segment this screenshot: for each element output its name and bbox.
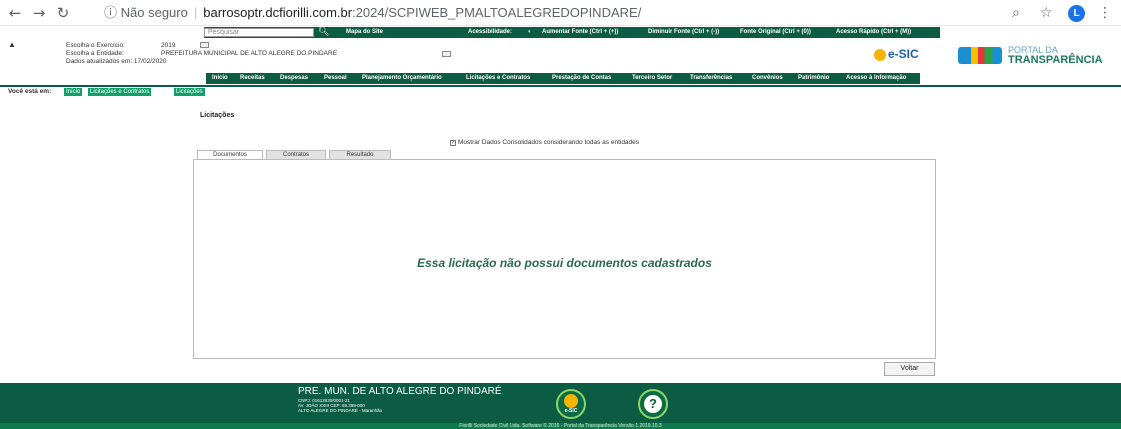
contrast-icon[interactable]: ◐: [528, 29, 532, 35]
footer-esic-label: e-SIC: [564, 408, 578, 414]
breadcrumb-licitacoes[interactable]: Licitações: [174, 88, 205, 96]
url-path: :2024/SCPIWEB_PMALTOALEGREDOPINDARE/: [352, 5, 642, 20]
exercise-value: 2019: [161, 42, 176, 49]
footer-copyright: Fiorilli Sociedade Civil Ltda. Software …: [0, 423, 1121, 429]
warning-icon: ▲: [8, 40, 16, 49]
browser-toolbar: ← → ↻ ⓘ Não seguro | barrosoptr.dcfiorilli…: [0, 0, 1121, 26]
people-flag-icon: [958, 47, 1002, 64]
back-arrow-icon[interactable]: ←: [6, 4, 24, 22]
forward-arrow-icon[interactable]: →: [30, 4, 48, 22]
esic-logo[interactable]: e-SIC: [874, 47, 919, 61]
updated-date: Dados atualizados em: 17/02/2020: [66, 58, 167, 65]
breadcrumb-licitacoes-contratos[interactable]: Licitações e Contratos: [88, 88, 152, 96]
address-bar[interactable]: ⓘ Não seguro | barrosoptr.dcfiorilli.com.b…: [104, 4, 984, 22]
esic-logo-text: e-SIC: [888, 47, 919, 61]
menu-item-terceiro-setor[interactable]: Terceiro Setor: [632, 75, 672, 81]
entity-select[interactable]: [442, 51, 451, 57]
back-button[interactable]: Voltar: [884, 362, 935, 376]
main-menu: Início Receitas Despesas Pessoal Planeja…: [206, 73, 920, 84]
search-input[interactable]: Pesquisar: [204, 28, 314, 37]
font-original-link[interactable]: Fonte Original (Ctrl + (0)): [740, 29, 811, 35]
footer-title: PRE. MUN. DE ALTO ALEGRE DO PINDARÉ: [298, 386, 502, 397]
page-title: Licitações: [200, 112, 235, 119]
info-icon[interactable]: ⓘ: [104, 5, 117, 20]
footer-help-icon[interactable]: ?: [638, 389, 668, 419]
entity-label: Escolha a Entidade:: [66, 50, 124, 57]
reload-icon[interactable]: ↻: [54, 4, 72, 22]
star-icon[interactable]: ☆: [1040, 4, 1053, 22]
menu-item-despesas[interactable]: Despesas: [280, 75, 308, 81]
menu-item-licitacoes[interactable]: Licitações e Contratos: [466, 75, 530, 81]
footer: PRE. MUN. DE ALTO ALEGRE DO PINDARÉ CNPJ…: [0, 383, 1121, 429]
exercise-label: Escolha o Exercício:: [66, 42, 125, 49]
checkbox-check-icon[interactable]: ✓: [450, 140, 456, 146]
accessibility-label: Acessibilidade:: [468, 29, 513, 35]
font-increase-link[interactable]: Aumentar Fonte (Ctrl + (+)): [542, 29, 618, 35]
accessibility-bar: Pesquisar 🔍︎ Mapa do Site Acessibilidade…: [204, 26, 940, 38]
menu-dots-icon[interactable]: ⋮: [1098, 4, 1112, 22]
footer-esic-icon[interactable]: e-SIC: [556, 389, 586, 419]
footer-city: ALTO ALEGRE DO PINDARÉ - Maranhão: [298, 408, 383, 413]
menu-item-pessoal[interactable]: Pessoal: [324, 75, 347, 81]
info-coin-icon: [874, 48, 886, 61]
breadcrumb-label: Você está em:: [8, 88, 52, 95]
menu-item-transferencias[interactable]: Transferências: [690, 75, 732, 81]
menu-item-convenios[interactable]: Convênios: [752, 75, 783, 81]
menu-item-inicio[interactable]: Início: [212, 75, 228, 81]
breadcrumb-inicio[interactable]: Início: [64, 88, 83, 96]
empty-message: Essa licitação não possui documentos cad…: [417, 256, 712, 270]
exercise-select[interactable]: [200, 42, 209, 48]
menu-item-receitas[interactable]: Receitas: [240, 75, 265, 81]
menu-underline: [0, 85, 1121, 87]
search-icon[interactable]: 🔍︎: [318, 26, 329, 37]
sitemap-link[interactable]: Mapa do Site: [346, 29, 383, 35]
menu-item-planejamento[interactable]: Planejamento Orçamentário: [362, 75, 442, 81]
consolidated-label: Mostrar Dados Consolidados considerando …: [458, 139, 640, 146]
menu-item-prestacao[interactable]: Prestação de Contas: [552, 75, 611, 81]
menu-item-acesso-informacao[interactable]: Acesso à Informação: [846, 75, 906, 81]
url-host: barrosoptr.dcfiorilli.com.br: [203, 5, 353, 20]
profile-avatar[interactable]: L: [1068, 5, 1085, 22]
menu-item-patrimonio[interactable]: Patrimônio: [798, 75, 829, 81]
security-label: Não seguro: [120, 5, 188, 20]
font-decrease-link[interactable]: Diminuir Fonte (Ctrl + (-)): [648, 29, 719, 35]
documents-panel: Essa licitação não possui documentos cad…: [193, 159, 936, 359]
consolidated-checkbox[interactable]: ✓ Mostrar Dados Consolidados considerando…: [450, 139, 639, 146]
entity-value: PREFEITURA MUNICIPAL DE ALTO ALEGRE DO P…: [161, 50, 338, 57]
quick-access-link[interactable]: Acesso Rápido (Ctrl + (M)): [836, 29, 911, 35]
help-question-label: ?: [644, 394, 662, 413]
zoom-icon[interactable]: ⌕: [1012, 4, 1020, 22]
info-coin-icon: [564, 394, 578, 408]
portal-logo-line2: TRANSPARÊNCIA: [1008, 54, 1103, 66]
